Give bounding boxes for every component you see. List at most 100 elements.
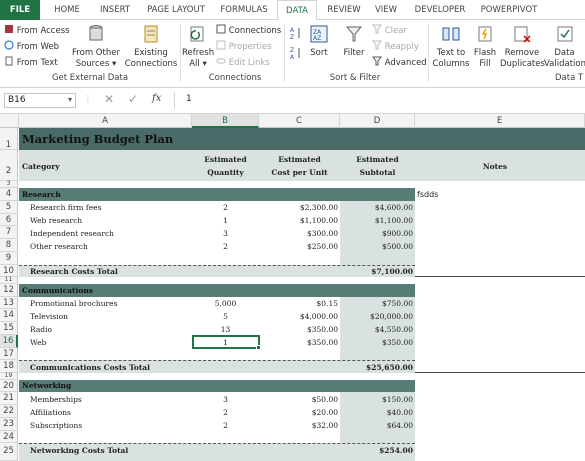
- subtotal-cell[interactable]: $64.00: [340, 421, 413, 430]
- tab-home[interactable]: HOME: [44, 0, 90, 20]
- row-header[interactable]: 1: [0, 128, 18, 150]
- subtotal-cell[interactable]: $750.00: [340, 299, 413, 308]
- quantity-cell[interactable]: 1: [192, 216, 259, 225]
- column-header-c[interactable]: C: [259, 114, 340, 128]
- row-header[interactable]: 7: [0, 226, 18, 239]
- cost-cell[interactable]: $2,300.00: [259, 203, 338, 212]
- subtotal-cell[interactable]: $350.00: [340, 338, 413, 347]
- cost-cell[interactable]: $300.00: [259, 229, 338, 238]
- cost-cell[interactable]: $350.00: [259, 338, 338, 347]
- refresh-all-button[interactable]: Refresh All ▾: [182, 24, 214, 70]
- data-validation-button[interactable]: Data Validation: [544, 24, 585, 70]
- sort-za-button[interactable]: ZA: [290, 46, 302, 63]
- from-web-button[interactable]: From Web: [4, 40, 59, 53]
- cost-cell[interactable]: $0.15: [259, 299, 338, 308]
- column-header-a[interactable]: A: [19, 114, 192, 128]
- cost-cell[interactable]: $50.00: [259, 395, 338, 404]
- column-header-d[interactable]: D: [340, 114, 415, 128]
- total-value-networking[interactable]: $254.00: [340, 446, 413, 455]
- tab-review[interactable]: REVIEW: [322, 0, 366, 20]
- enter-icon[interactable]: ✓: [128, 92, 138, 106]
- row-header[interactable]: 12: [0, 284, 18, 297]
- tab-file[interactable]: FILE: [0, 0, 40, 20]
- cost-cell[interactable]: $20.00: [259, 408, 338, 417]
- row-header[interactable]: 6: [0, 214, 18, 226]
- quantity-cell[interactable]: 5: [192, 312, 259, 321]
- total-value-communications[interactable]: $25,650.00: [340, 363, 413, 372]
- quantity-cell[interactable]: 2: [192, 408, 259, 417]
- tab-developer[interactable]: DEVELOPER: [408, 0, 472, 20]
- item-label[interactable]: Memberships: [30, 395, 82, 404]
- item-label[interactable]: Promotional brochures: [30, 299, 117, 308]
- subtotal-cell[interactable]: $40.00: [340, 408, 413, 417]
- quantity-cell[interactable]: 2: [192, 203, 259, 212]
- formula-input[interactable]: 1: [178, 93, 582, 108]
- quantity-cell[interactable]: 5,000: [192, 299, 259, 308]
- item-label[interactable]: Television: [30, 312, 68, 321]
- subtotal-cell[interactable]: $500.00: [340, 242, 413, 251]
- select-all-corner[interactable]: [0, 114, 19, 128]
- sort-button[interactable]: ZA AZ Sort: [306, 24, 332, 59]
- reapply-button[interactable]: Reapply: [372, 40, 419, 53]
- tab-view[interactable]: VIEW: [368, 0, 404, 20]
- chevron-down-icon[interactable]: ▾: [68, 95, 72, 104]
- tab-page-layout[interactable]: PAGE LAYOUT: [140, 0, 212, 20]
- existing-connections-button[interactable]: Existing Connections: [124, 24, 178, 70]
- total-value-research[interactable]: $7,100.00: [340, 267, 413, 276]
- row-header[interactable]: 21: [0, 392, 18, 405]
- row-header[interactable]: 8: [0, 239, 18, 252]
- row-header[interactable]: 2: [0, 150, 18, 181]
- from-other-sources-button[interactable]: From Other Sources ▾: [70, 24, 122, 70]
- flash-fill-button[interactable]: Flash Fill: [472, 24, 498, 70]
- row-header[interactable]: 4: [0, 188, 18, 201]
- row-header[interactable]: 17: [0, 348, 18, 360]
- notes-cell[interactable]: fsdds: [417, 190, 438, 199]
- advanced-button[interactable]: Advanced: [372, 56, 427, 69]
- cancel-icon[interactable]: ✕: [104, 92, 114, 106]
- row-header[interactable]: 13: [0, 297, 18, 309]
- row-header[interactable]: 5: [0, 201, 18, 214]
- item-label[interactable]: Affiliations: [30, 408, 71, 417]
- quantity-cell[interactable]: 13: [192, 325, 259, 334]
- row-header[interactable]: 22: [0, 405, 18, 418]
- row-header[interactable]: 20: [0, 380, 18, 392]
- item-label[interactable]: Radio: [30, 325, 52, 334]
- row-header[interactable]: 9: [0, 252, 18, 265]
- row-header-selected[interactable]: 16: [0, 335, 18, 348]
- row-header[interactable]: 25: [0, 443, 18, 461]
- cost-cell[interactable]: $350.00: [259, 325, 338, 334]
- remove-duplicates-button[interactable]: Remove Duplicates: [500, 24, 545, 70]
- clear-button[interactable]: Clear: [372, 24, 407, 37]
- edit-links-button[interactable]: Edit Links: [216, 56, 270, 69]
- cost-cell[interactable]: $4,000.00: [259, 312, 338, 321]
- subtotal-cell[interactable]: $1,100.00: [340, 216, 413, 225]
- quantity-cell[interactable]: 2: [192, 242, 259, 251]
- name-box[interactable]: B16 ▾: [4, 93, 76, 108]
- subtotal-cell[interactable]: $900.00: [340, 229, 413, 238]
- row-header[interactable]: 24: [0, 431, 18, 443]
- item-label[interactable]: Independent research: [30, 229, 114, 238]
- subtotal-cell[interactable]: $150.00: [340, 395, 413, 404]
- item-label[interactable]: Other research: [30, 242, 88, 251]
- quantity-cell[interactable]: 1: [192, 338, 259, 347]
- item-label[interactable]: Web: [30, 338, 46, 347]
- row-header[interactable]: 3: [0, 181, 18, 188]
- subtotal-cell[interactable]: $4,600.00: [340, 203, 413, 212]
- text-to-columns-button[interactable]: Text to Columns: [432, 24, 470, 70]
- item-label[interactable]: Web research: [30, 216, 82, 225]
- cost-cell[interactable]: $250.00: [259, 242, 338, 251]
- row-header[interactable]: 14: [0, 309, 18, 322]
- from-access-button[interactable]: From Access: [4, 24, 70, 37]
- item-label[interactable]: Research firm fees: [30, 203, 101, 212]
- tab-data[interactable]: DATA: [277, 0, 317, 21]
- tab-powerpivot[interactable]: POWERPIVOT: [476, 0, 542, 20]
- subtotal-cell[interactable]: $20,000.00: [340, 312, 413, 321]
- quantity-cell[interactable]: 3: [192, 229, 259, 238]
- row-header[interactable]: 19: [0, 373, 18, 380]
- quantity-cell[interactable]: 3: [192, 395, 259, 404]
- quantity-cell[interactable]: 2: [192, 421, 259, 430]
- insert-function-icon[interactable]: fx: [152, 93, 161, 104]
- subtotal-cell[interactable]: $4,550.00: [340, 325, 413, 334]
- cost-cell[interactable]: $1,100.00: [259, 216, 338, 225]
- row-header[interactable]: 23: [0, 418, 18, 431]
